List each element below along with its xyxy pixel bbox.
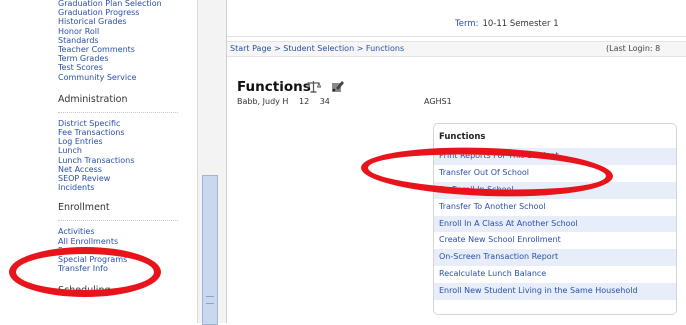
sidebar-nav: Graduation Plan Selection Graduation Pro… xyxy=(0,0,197,323)
sidebar-link-lunch-transactions[interactable]: Lunch Transactions xyxy=(58,156,197,165)
function-print-reports[interactable]: Print Reports For This Student xyxy=(434,148,676,165)
term-value: 10-11 Semester 1 xyxy=(482,19,559,29)
grip-icon xyxy=(206,296,214,304)
function-transaction-report[interactable]: On-Screen Transaction Report xyxy=(434,249,676,267)
functions-panel: Functions Print Reports For This Student… xyxy=(433,123,677,315)
section-head-enrollment: Enrollment xyxy=(58,202,178,222)
function-transfer-another[interactable]: Transfer To Another School xyxy=(434,198,676,216)
sidebar-link-historical-grades[interactable]: Historical Grades xyxy=(58,17,197,26)
sidebar-link-standards[interactable]: Standards xyxy=(58,36,197,45)
term-label: Term: xyxy=(455,19,479,29)
sidebar-link-functions[interactable]: Functions xyxy=(58,246,197,255)
title-icon-group xyxy=(306,79,345,94)
sidebar-link-district-specific[interactable]: District Specific xyxy=(58,119,197,128)
sidebar-link-test-scores[interactable]: Test Scores xyxy=(58,63,197,72)
function-recalc-lunch[interactable]: Recalculate Lunch Balance xyxy=(434,266,676,284)
function-create-enrollment[interactable]: Create New School Enrollment xyxy=(434,232,676,250)
sidebar-link-special-programs[interactable]: Special Programs xyxy=(58,255,197,264)
breadcrumb[interactable]: Start Page > Student Selection > Functio… xyxy=(230,42,404,56)
sidebar-link-term-grades[interactable]: Term Grades xyxy=(58,54,197,63)
sidebar-link-graduation-progress[interactable]: Graduation Progress xyxy=(58,8,197,17)
sidebar-scrollbar-thumb[interactable] xyxy=(202,175,218,325)
functions-list: Print Reports For This Student Transfer … xyxy=(434,148,676,301)
sidebar-link-activities[interactable]: Activities xyxy=(58,227,197,236)
function-enroll-new-student[interactable]: Enroll New Student Living in the Same Ho… xyxy=(434,283,676,301)
student-number: 34 xyxy=(319,97,330,106)
function-re-enroll[interactable]: Re-Enroll In School xyxy=(434,181,676,199)
edit-icon[interactable] xyxy=(330,79,345,94)
sidebar-link-lunch[interactable]: Lunch xyxy=(58,146,197,155)
functions-panel-header: Functions xyxy=(439,132,486,142)
student-grade: 12 xyxy=(298,97,310,106)
section-head-administration: Administration xyxy=(58,94,178,113)
sidebar-link-seop-review[interactable]: SEOP Review xyxy=(58,174,197,183)
sidebar-scrollbar-track[interactable] xyxy=(197,0,227,325)
sidebar-link-log-entries[interactable]: Log Entries xyxy=(58,137,197,146)
sidebar-link-net-access[interactable]: Net Access xyxy=(58,165,197,174)
scales-icon[interactable] xyxy=(306,79,321,94)
term-indicator[interactable]: Term: 10-11 Semester 1 xyxy=(455,19,559,29)
sidebar-link-all-enrollments[interactable]: All Enrollments xyxy=(58,237,197,246)
sidebar-link-fee-transactions[interactable]: Fee Transactions xyxy=(58,128,197,137)
sidebar-link-honor-roll[interactable]: Honor Roll xyxy=(58,27,197,36)
main-content: Term: 10-11 Semester 1 Start Page > Stude… xyxy=(227,0,686,323)
sidebar-link-incidents[interactable]: Incidents xyxy=(58,183,197,192)
sidebar-link-community-service[interactable]: Community Service xyxy=(58,73,197,82)
student-name: Babb, Judy H xyxy=(237,97,289,106)
breadcrumb-bar: Start Page > Student Selection > Functio… xyxy=(227,41,686,57)
student-info: Babb, Judy H 12 34 xyxy=(237,97,330,106)
sidebar-link-transfer-info[interactable]: Transfer Info xyxy=(58,264,197,273)
section-head-scheduling: Scheduling xyxy=(58,285,111,297)
sidebar-link-graduation-plan[interactable]: Graduation Plan Selection xyxy=(58,0,197,8)
term-bar: Term: 10-11 Semester 1 xyxy=(227,0,686,37)
page-title: Functions xyxy=(237,79,311,95)
last-login: (Last Login: 8 xyxy=(606,44,661,53)
sidebar-link-teacher-comments[interactable]: Teacher Comments xyxy=(58,45,197,54)
function-transfer-out[interactable]: Transfer Out Of School xyxy=(434,164,676,182)
school-code: AGHS1 xyxy=(424,97,452,106)
function-enroll-class-another[interactable]: Enroll In A Class At Another School xyxy=(434,215,676,233)
